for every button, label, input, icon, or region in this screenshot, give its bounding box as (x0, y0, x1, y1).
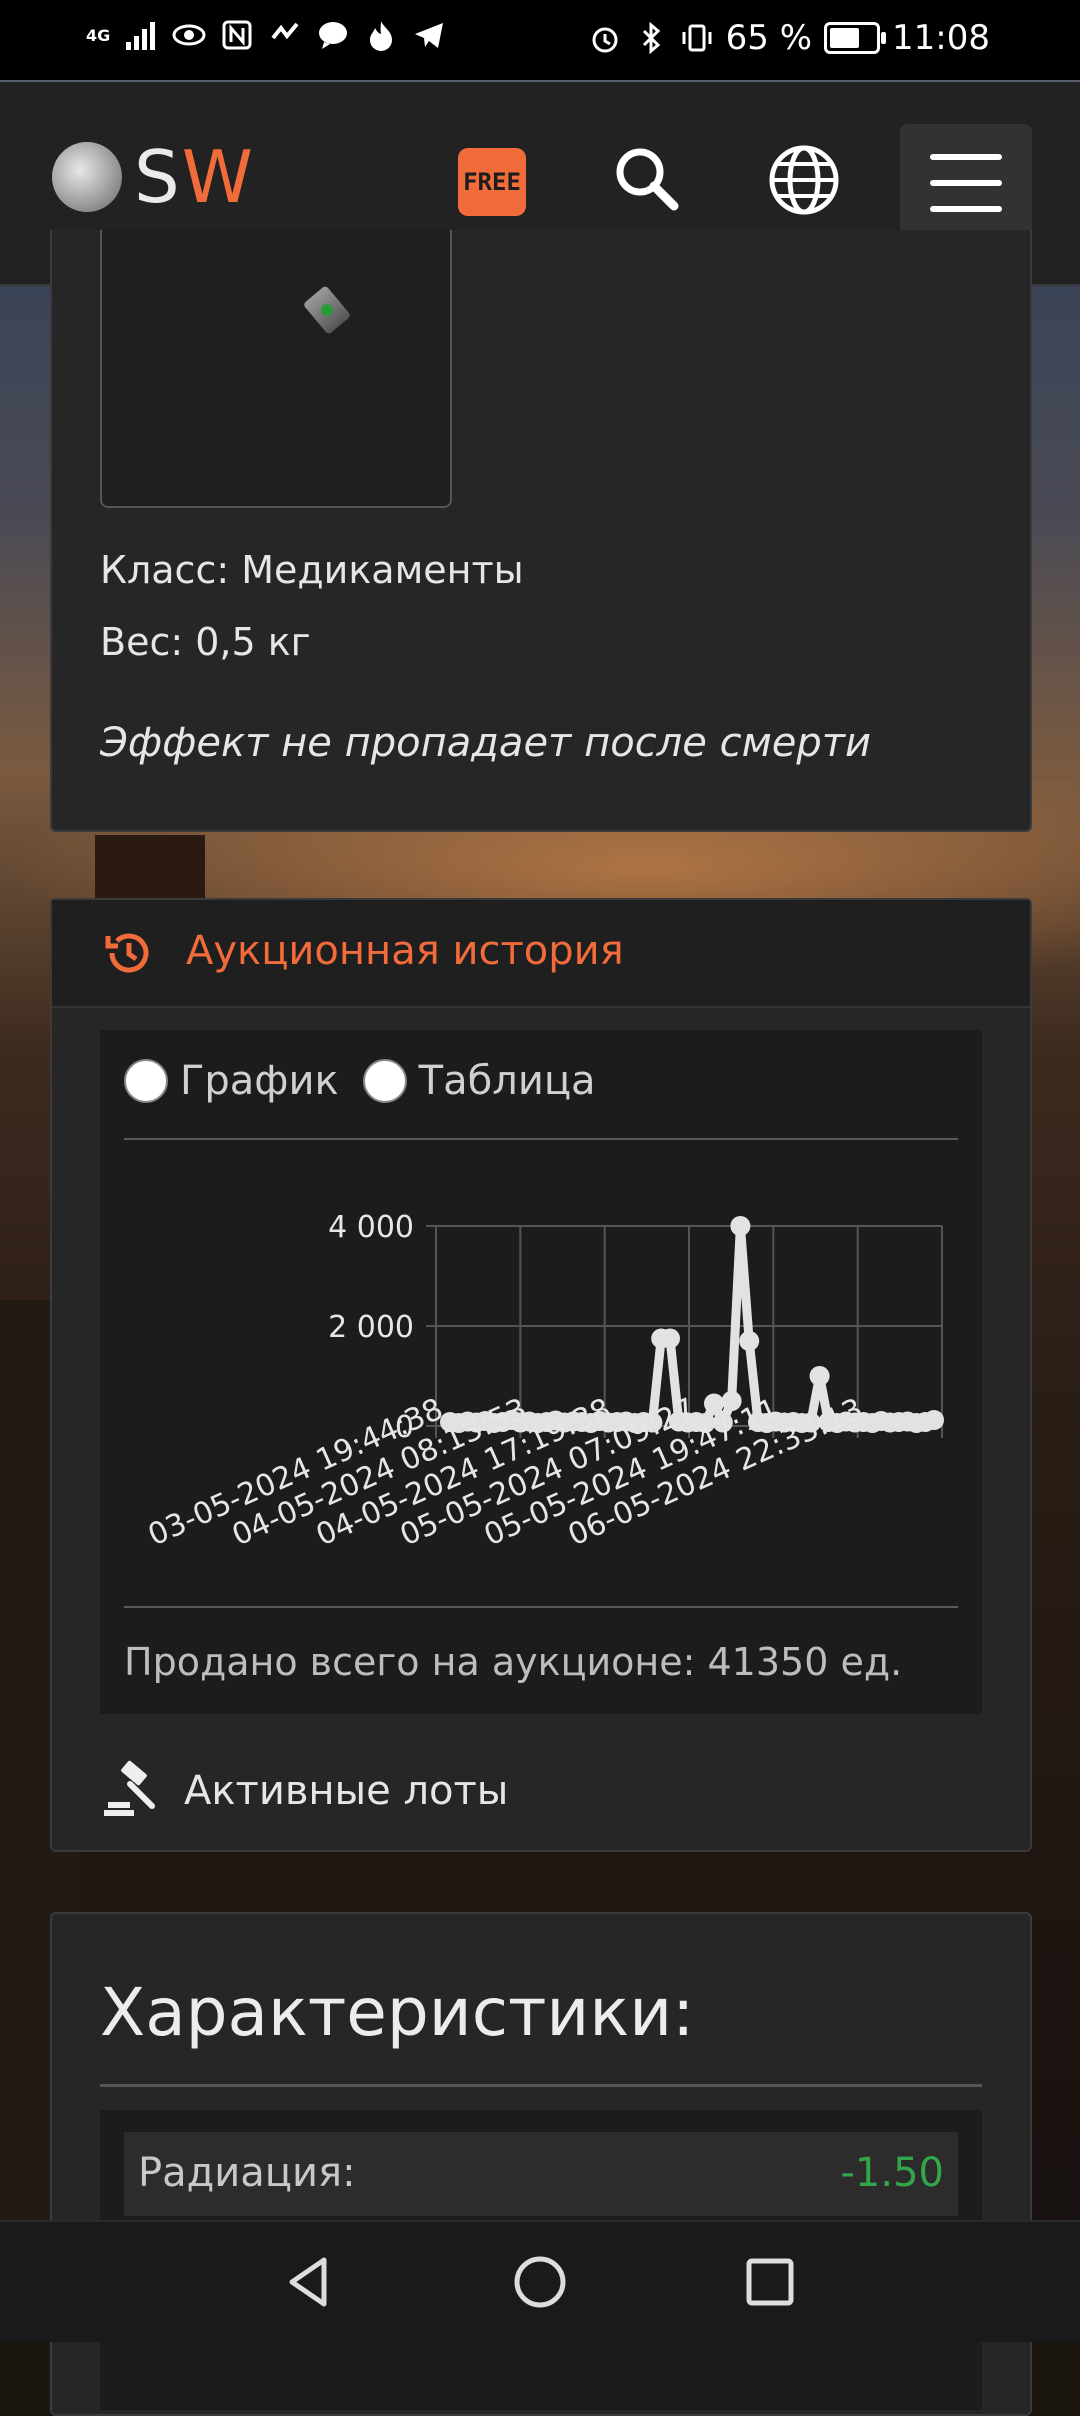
battery-percent: 65 % (725, 18, 813, 58)
telegram-icon (415, 23, 444, 48)
total-sold: Продано всего на аукционе: 41350 ед. (124, 1640, 903, 1684)
item-class: Класс: Медикаменты (100, 548, 524, 592)
logo-s: S (134, 135, 182, 219)
divider (100, 2084, 982, 2087)
battery-icon (824, 22, 887, 54)
logo-w: W (181, 135, 255, 219)
characteristics-title: Характеристики: (100, 1974, 695, 2051)
radio-table[interactable] (362, 1059, 407, 1103)
item-image (302, 285, 352, 335)
app-icon (271, 22, 299, 40)
auction-history-header[interactable]: Аукционная история (52, 900, 1030, 1008)
data-point (730, 1216, 751, 1236)
system-nav-bar (0, 2220, 1080, 2342)
active-lots-link[interactable]: Активные лоты (100, 1760, 508, 1822)
nfc-icon (222, 20, 252, 50)
item-card: Класс: Медикаменты Вес: 0,5 кг Эффект не… (50, 230, 1032, 832)
radio-chart-label[interactable]: График (180, 1058, 339, 1104)
data-point (704, 1393, 724, 1414)
chat-icon (319, 22, 348, 49)
radio-chart[interactable] (124, 1059, 168, 1103)
y-tick-label: 4 000 (328, 1210, 414, 1245)
item-note: Эффект не пропадает после смерти (100, 720, 872, 766)
view-toggle: График Таблица (124, 1058, 596, 1104)
divider (124, 1606, 958, 1608)
radio-table-label[interactable]: Таблица (419, 1058, 596, 1104)
y-tick-label: 2 000 (328, 1310, 414, 1345)
recents-icon[interactable] (740, 2252, 800, 2312)
network-label: 4G (86, 25, 111, 45)
bluetooth-icon (642, 21, 660, 55)
free-button[interactable]: FREE (458, 148, 526, 216)
auction-panel: График Таблица 4 000 2 000 0 03-05-2024 19:… (100, 1030, 982, 1714)
search-icon[interactable] (608, 140, 688, 220)
series-line (449, 1221, 935, 1428)
data-point (739, 1331, 760, 1351)
logo-globe-icon (52, 142, 122, 212)
gavel-icon (104, 1760, 155, 1816)
data-point (809, 1366, 830, 1386)
stat-value: -1.50 (840, 2150, 945, 2196)
status-bar: 4G 65 % 11:08 (0, 0, 1080, 80)
item-image-frame (100, 230, 452, 508)
active-lots-label: Активные лоты (184, 1768, 509, 1814)
item-weight: Вес: 0,5 кг (100, 620, 311, 664)
auction-history-card: Аукционная история График Таблица 4 000 2… (50, 898, 1032, 1852)
auction-history-title: Аукционная история (186, 928, 624, 974)
alarm-icon (592, 27, 618, 53)
signal-icon (126, 22, 156, 50)
eye-icon (172, 24, 206, 46)
menu-button[interactable] (900, 124, 1032, 242)
home-icon[interactable] (510, 2252, 570, 2312)
data-point (924, 1410, 944, 1430)
back-icon[interactable] (280, 2252, 340, 2312)
data-point (660, 1328, 680, 1349)
price-chart: 4 0002 000003-05-2024 19:44:3804-05-2024… (143, 1210, 944, 1553)
history-icon (105, 933, 149, 973)
site-logo[interactable]: SW (52, 141, 255, 213)
vibrate-icon (682, 24, 712, 52)
globe-icon[interactable] (764, 140, 844, 220)
stat-label: Радиация: (138, 2150, 356, 2196)
stat-row: Радиация: -1.50 (124, 2132, 958, 2216)
fire-icon (370, 21, 393, 51)
divider (124, 1138, 958, 1140)
clock: 11:08 (892, 18, 990, 58)
